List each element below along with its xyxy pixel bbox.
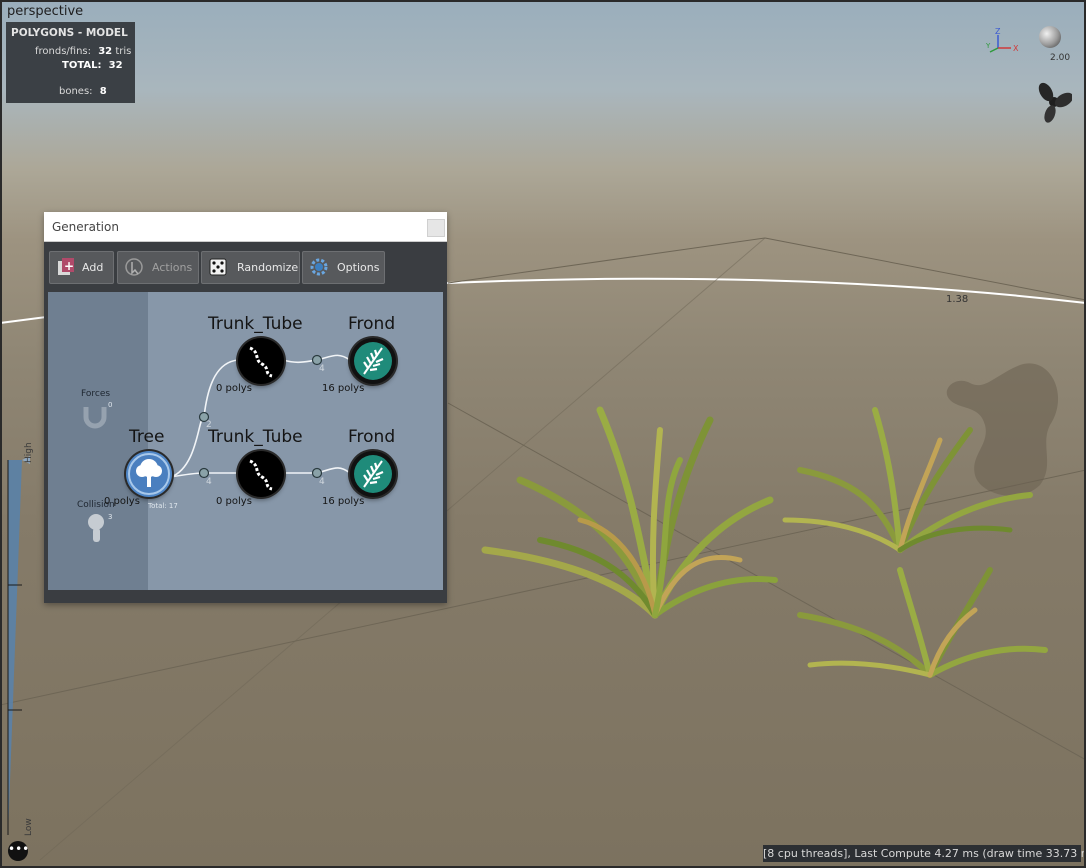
axis-y-label: Y [986,42,991,50]
fern-leaf-icon [354,455,392,493]
status-bar: [8 cpu threads], Last Compute 4.27 ms (d… [763,845,1086,862]
options-label: Options [337,261,380,274]
frond1-title: Frond [348,314,396,334]
fronds-label: fronds/fins: [35,46,92,57]
actions-label: Actions [152,261,193,274]
chain-icon [249,346,273,378]
ruler-value: 1.38 [946,294,969,305]
trunk1-node[interactable] [238,338,284,384]
lod-high-label: High [24,442,34,463]
stats-title: POLYGONS - MODEL [11,27,128,39]
generation-window: Generation + Add Actions Randomize Optio… [44,212,447,603]
add-button[interactable]: + Add [49,251,114,284]
grass-plant-back [782,407,1033,553]
randomize-button[interactable]: Randomize [201,251,300,284]
tree-node-title: Tree [129,427,165,447]
total-label: TOTAL: [62,60,102,71]
frond2-title: Frond [348,427,396,447]
trunk2-connector-count: 4 [319,477,325,487]
magnet-icon[interactable] [82,403,108,429]
frond2-polys: 16 polys [322,496,365,507]
add-label: Add [82,261,104,274]
tree-polys: 0 polys [104,496,140,507]
cursor-icon [125,258,143,276]
trunk2-polys: 0 polys [216,496,252,507]
lod-slider[interactable] [0,455,40,840]
wind-fan-icon[interactable] [1036,78,1072,124]
frond2-node[interactable] [350,451,396,497]
fern-leaf-icon [354,342,392,380]
frond1-node[interactable] [350,338,396,384]
options-button[interactable]: Options [302,251,385,284]
trunk2-title: Trunk_Tube [208,427,303,447]
actions-button[interactable]: Actions [117,251,199,284]
frond1-connector-count: 4 [206,477,212,487]
generation-titlebar[interactable]: Generation [44,212,447,242]
axis-gizmo-icon: Z X Y [986,28,1019,53]
light-sphere-icon[interactable] [1039,26,1061,48]
bones-value: 8 [99,86,107,97]
frond1-polys: 16 polys [322,383,365,394]
total-value: 32 [108,60,123,71]
svg-text:+: + [64,259,74,273]
viewport-label: perspective [7,4,84,19]
trunk1-polys: 0 polys [216,383,252,394]
split-count: 2 [206,420,212,430]
tree-icon [128,453,170,495]
randomize-label: Randomize [237,261,299,274]
add-node-icon: + [58,258,74,275]
tree-node[interactable] [126,451,172,497]
fronds-value: 32 [98,46,113,57]
grass-plant-large [481,406,778,619]
generation-node-graph[interactable]: Forces 0 Collision 3 Tree 0 polys Total:… [48,292,443,590]
bones-label: bones: [59,86,93,97]
fronds-unit: tris [115,46,132,57]
collision-count: 3 [108,513,113,521]
generation-title: Generation [52,220,119,234]
forces-count: 0 [108,401,113,409]
axis-z-label: Z [995,28,1001,36]
tree-total: Total: 17 [148,502,178,510]
axis-x-label: X [1013,44,1019,53]
collision-object-icon[interactable] [84,512,110,546]
trunk2-node[interactable] [238,451,284,497]
3d-viewport[interactable]: perspective POLYGONS - MODEL fronds/fins… [0,0,1086,868]
lod-low-label: Low [24,818,34,836]
gear-icon [310,258,328,276]
dice-icon [209,258,227,276]
close-button[interactable] [427,219,445,237]
grass-plant-front [797,567,1048,678]
zoom-level: 2.00 [1050,53,1071,63]
trunk1-connector-count: 4 [319,364,325,374]
polygon-stats-panel: POLYGONS - MODEL fronds/fins: 32 tris TO… [6,22,135,103]
trunk1-title: Trunk_Tube [208,314,303,334]
chain-icon [249,459,273,491]
more-options-button[interactable]: ••• [8,841,29,861]
forces-label: Forces [81,389,111,399]
